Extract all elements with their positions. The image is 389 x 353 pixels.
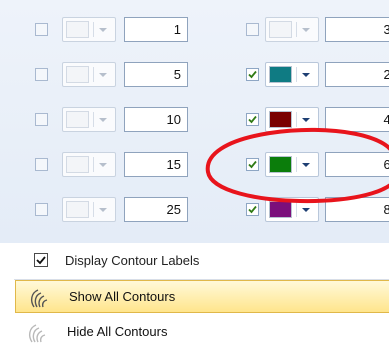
contour-panel: 1 35 5 <box>0 0 389 353</box>
contour-row: 10 40 <box>0 102 389 138</box>
chevron-down-icon <box>302 118 310 122</box>
left-contour-color-dropdown[interactable] <box>62 17 116 42</box>
color-swatch <box>66 111 89 128</box>
left-contour-value-input[interactable]: 1 <box>124 17 188 42</box>
color-swatch <box>269 111 292 128</box>
display-contour-labels-checkbox[interactable] <box>34 253 48 267</box>
left-contour-color-dropdown[interactable] <box>62 152 116 177</box>
hide-all-contours-label: Hide All Contours <box>67 324 168 339</box>
left-contour-checkbox[interactable] <box>35 203 48 216</box>
dropdown-separator <box>93 67 94 82</box>
check-icon <box>248 70 257 79</box>
dropdown-separator <box>296 22 297 37</box>
left-contour-checkbox[interactable] <box>35 113 48 126</box>
contour-row: 15 60 <box>0 147 389 183</box>
check-icon <box>248 160 257 169</box>
left-contour-value-input[interactable]: 5 <box>124 62 188 87</box>
color-swatch <box>66 156 89 173</box>
color-swatch <box>269 201 292 218</box>
chevron-down-icon <box>302 163 310 167</box>
dropdown-separator <box>93 157 94 172</box>
dropdown-separator <box>93 22 94 37</box>
display-contour-labels-label: Display Contour Labels <box>65 253 200 268</box>
chevron-down-icon <box>99 163 107 167</box>
color-swatch <box>66 21 89 38</box>
left-contour-checkbox[interactable] <box>35 23 48 36</box>
color-swatch <box>66 66 89 83</box>
contour-lines-icon <box>30 289 48 308</box>
contour-row: 5 20 <box>0 57 389 93</box>
right-contour-color-dropdown[interactable] <box>265 197 319 222</box>
right-contour-color-dropdown[interactable] <box>265 152 319 177</box>
contour-row: 1 35 <box>0 12 389 48</box>
right-contour-checkbox[interactable] <box>246 158 259 171</box>
dropdown-separator <box>93 202 94 217</box>
color-swatch <box>66 201 89 218</box>
right-contour-color-dropdown[interactable] <box>265 107 319 132</box>
chevron-down-icon <box>302 208 310 212</box>
right-contour-value-input[interactable]: 35 <box>325 17 389 42</box>
menu-icon-rail <box>0 279 14 353</box>
right-contour-color-dropdown[interactable] <box>265 17 319 42</box>
show-all-contours-menu-item[interactable]: Show All Contours <box>15 280 389 313</box>
contour-row: 25 80 <box>0 192 389 228</box>
right-contour-checkbox[interactable] <box>246 23 259 36</box>
chevron-down-icon <box>99 28 107 32</box>
left-contour-checkbox[interactable] <box>35 68 48 81</box>
chevron-down-icon <box>99 118 107 122</box>
chevron-down-icon <box>99 73 107 77</box>
right-contour-value-input[interactable]: 60 <box>325 152 389 177</box>
left-contour-value-input[interactable]: 25 <box>124 197 188 222</box>
contour-lines-icon <box>28 324 46 343</box>
dropdown-separator <box>296 112 297 127</box>
display-contour-labels-option[interactable]: Display Contour Labels <box>0 243 389 280</box>
color-swatch <box>269 66 292 83</box>
check-icon <box>248 115 257 124</box>
right-contour-checkbox[interactable] <box>246 113 259 126</box>
left-contour-value-input[interactable]: 10 <box>124 107 188 132</box>
chevron-down-icon <box>302 28 310 32</box>
left-contour-value-input[interactable]: 15 <box>124 152 188 177</box>
left-contour-color-dropdown[interactable] <box>62 197 116 222</box>
right-contour-checkbox[interactable] <box>246 68 259 81</box>
color-swatch <box>269 156 292 173</box>
check-icon <box>248 205 257 214</box>
chevron-down-icon <box>302 73 310 77</box>
chevron-down-icon <box>99 208 107 212</box>
hide-all-contours-menu-item[interactable]: Hide All Contours <box>14 316 389 349</box>
dropdown-separator <box>296 67 297 82</box>
show-all-contours-label: Show All Contours <box>69 289 176 304</box>
color-swatch <box>269 21 292 38</box>
right-contour-checkbox[interactable] <box>246 203 259 216</box>
right-contour-value-input[interactable]: 20 <box>325 62 389 87</box>
left-contour-checkbox[interactable] <box>35 158 48 171</box>
check-icon <box>36 256 46 265</box>
right-contour-value-input[interactable]: 40 <box>325 107 389 132</box>
left-contour-color-dropdown[interactable] <box>62 62 116 87</box>
dropdown-separator <box>296 157 297 172</box>
left-contour-color-dropdown[interactable] <box>62 107 116 132</box>
right-contour-value-input[interactable]: 80 <box>325 197 389 222</box>
contour-level-grid: 1 35 5 <box>0 0 389 244</box>
right-contour-color-dropdown[interactable] <box>265 62 319 87</box>
dropdown-separator <box>93 112 94 127</box>
dropdown-separator <box>296 202 297 217</box>
